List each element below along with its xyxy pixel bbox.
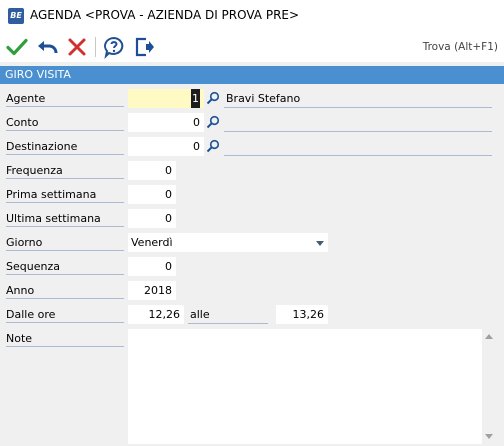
window-title: AGENDA <PROVA - AZIENDA DI PROVA PRE> — [30, 8, 300, 22]
giorno-label: Giorno — [6, 234, 124, 251]
agente-input[interactable]: 1 — [128, 89, 204, 108]
note-textarea[interactable] — [128, 329, 496, 444]
exit-button[interactable] — [132, 35, 156, 59]
magnifier-icon — [206, 139, 220, 153]
toolbar: Trova (Alt+F1) — [0, 32, 504, 62]
app-icon: BE — [8, 8, 24, 24]
toolbar-separator — [95, 37, 96, 57]
x-cancel-icon — [68, 38, 86, 56]
frequenza-input[interactable]: 0 — [128, 161, 176, 180]
alle-input[interactable]: 13,26 — [276, 305, 328, 324]
destinazione-input[interactable]: 0 — [128, 137, 204, 156]
destinazione-label: Destinazione — [6, 138, 124, 155]
conto-lookup-button[interactable] — [205, 113, 221, 132]
scroll-down-icon[interactable] — [485, 434, 493, 439]
conto-input[interactable]: 0 — [128, 113, 204, 132]
scroll-up-icon[interactable] — [485, 334, 493, 339]
agente-value: 1 — [191, 89, 200, 108]
anno-input[interactable]: 2018 — [128, 281, 176, 300]
agente-description: Bravi Stefano — [224, 89, 492, 108]
giorno-select[interactable]: Venerdì — [128, 233, 328, 252]
sequenza-label: Sequenza — [6, 258, 124, 275]
help-question-icon — [104, 36, 124, 59]
magnifier-icon — [206, 91, 220, 105]
agente-label: Agente — [6, 90, 124, 107]
confirm-button[interactable] — [5, 35, 29, 59]
checkmark-icon — [6, 38, 28, 56]
undo-button[interactable] — [35, 35, 59, 59]
prima-settimana-label: Prima settimana — [6, 186, 124, 203]
title-bar: BE AGENDA <PROVA - AZIENDA DI PROVA PRE> — [0, 0, 504, 32]
find-button[interactable]: Trova (Alt+F1) — [418, 37, 498, 57]
anno-label: Anno — [6, 282, 124, 299]
note-scrollbar[interactable] — [482, 329, 496, 444]
destinazione-description — [224, 137, 492, 156]
agenda-window: BE AGENDA <PROVA - AZIENDA DI PROVA PRE> — [0, 0, 504, 446]
magnifier-icon — [206, 115, 220, 129]
frequenza-label: Frequenza — [6, 162, 124, 179]
agente-lookup-button[interactable] — [205, 89, 221, 108]
dalle-ore-label: Dalle ore — [6, 306, 124, 323]
prima-settimana-input[interactable]: 0 — [128, 185, 176, 204]
undo-arrow-icon — [38, 41, 58, 54]
sequenza-input[interactable]: 0 — [128, 257, 176, 276]
giorno-value: Venerdì — [131, 236, 173, 249]
dalle-ore-input[interactable]: 12,26 — [128, 305, 184, 324]
section-header: GIRO VISITA — [0, 66, 504, 84]
exit-door-icon — [135, 37, 154, 57]
note-label: Note — [6, 330, 124, 347]
alle-label: alle — [188, 305, 268, 324]
help-button[interactable] — [102, 35, 126, 59]
cancel-button[interactable] — [65, 35, 89, 59]
conto-label: Conto — [6, 114, 124, 131]
destinazione-lookup-button[interactable] — [205, 137, 221, 156]
conto-description — [224, 113, 492, 132]
ultima-settimana-input[interactable]: 0 — [128, 209, 176, 228]
chevron-down-icon[interactable] — [312, 233, 328, 252]
ultima-settimana-label: Ultima settimana — [6, 210, 124, 227]
